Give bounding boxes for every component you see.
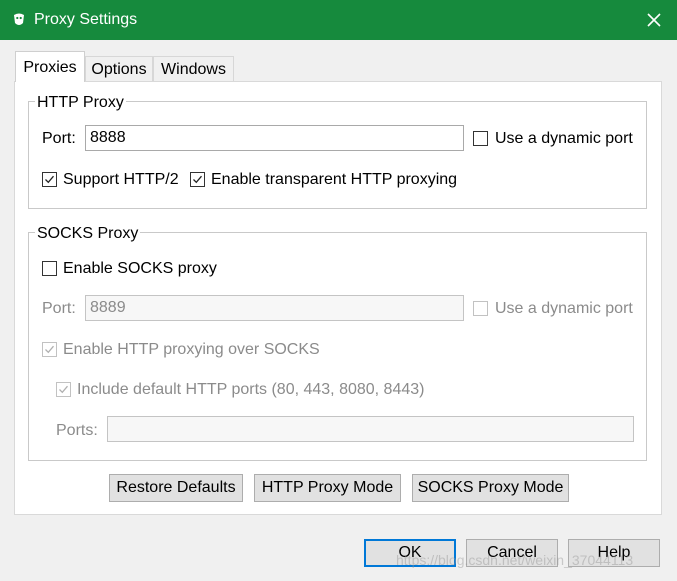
cancel-button[interactable]: Cancel bbox=[466, 539, 558, 567]
http-proxy-group bbox=[28, 101, 647, 209]
help-button[interactable]: Help bbox=[568, 539, 660, 567]
window-title: Proxy Settings bbox=[34, 11, 138, 28]
support-http2-label: Support HTTP/2 bbox=[63, 171, 179, 188]
tab-proxies-label: Proxies bbox=[23, 59, 77, 76]
http-dynamic-port-checkbox[interactable] bbox=[473, 131, 488, 146]
enable-socks-label: Enable SOCKS proxy bbox=[63, 260, 217, 277]
http-proxy-mode-button[interactable]: HTTP Proxy Mode bbox=[254, 474, 401, 502]
http-port-input[interactable]: 8888 bbox=[85, 125, 464, 151]
http-dynamic-port-label: Use a dynamic port bbox=[495, 130, 633, 147]
http-over-socks-checkbox[interactable] bbox=[42, 342, 57, 357]
include-default-ports-checkbox[interactable] bbox=[56, 382, 71, 397]
http-port-label: Port: bbox=[42, 130, 76, 147]
enable-socks-checkbox[interactable] bbox=[42, 261, 57, 276]
ok-button[interactable]: OK bbox=[364, 539, 456, 567]
support-http2-checkbox[interactable] bbox=[42, 172, 57, 187]
fiddler-app-icon bbox=[12, 12, 26, 27]
transparent-proxy-checkbox[interactable] bbox=[190, 172, 205, 187]
socks-proxy-mode-button[interactable]: SOCKS Proxy Mode bbox=[412, 474, 569, 502]
tab-windows-label: Windows bbox=[161, 61, 226, 78]
tab-windows[interactable]: Windows bbox=[153, 56, 234, 82]
restore-defaults-button[interactable]: Restore Defaults bbox=[109, 474, 243, 502]
socks-port-label: Port: bbox=[42, 300, 76, 317]
ports-input[interactable] bbox=[107, 416, 634, 442]
tab-options-label: Options bbox=[91, 61, 147, 78]
socks-port-input[interactable]: 8889 bbox=[85, 295, 464, 321]
tab-proxies[interactable]: Proxies bbox=[15, 51, 85, 82]
socks-dynamic-port-checkbox[interactable] bbox=[473, 301, 488, 316]
socks-dynamic-port-label: Use a dynamic port bbox=[495, 300, 633, 317]
title-bar: Proxy Settings bbox=[0, 0, 677, 40]
socks-proxy-legend: SOCKS Proxy bbox=[35, 225, 141, 243]
http-proxy-legend: HTTP Proxy bbox=[35, 94, 126, 112]
http-over-socks-label: Enable HTTP proxying over SOCKS bbox=[63, 341, 320, 358]
ports-label: Ports: bbox=[56, 422, 98, 439]
tab-options[interactable]: Options bbox=[85, 56, 153, 82]
transparent-proxy-label: Enable transparent HTTP proxying bbox=[211, 171, 458, 188]
include-default-ports-label: Include default HTTP ports (80, 443, 808… bbox=[77, 381, 425, 398]
close-icon[interactable] bbox=[643, 9, 665, 31]
